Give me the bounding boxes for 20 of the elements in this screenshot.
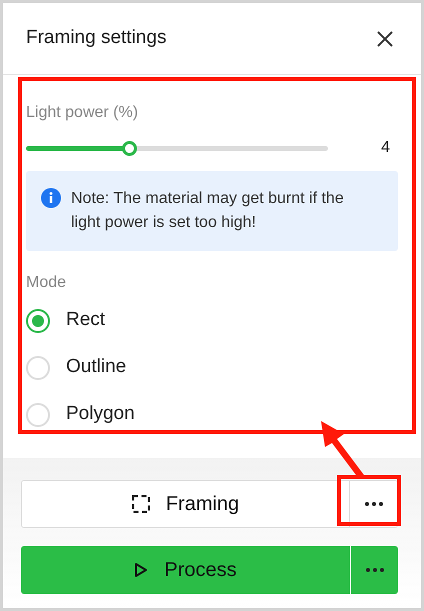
more-button[interactable] [350, 480, 398, 528]
info-icon [41, 188, 61, 208]
slider-thumb[interactable] [122, 140, 137, 156]
slider-value: 4 [381, 138, 390, 158]
note-text: Note: The material may get burnt if the light power is set too high! [71, 189, 345, 233]
play-icon [134, 562, 148, 578]
radio-button[interactable] [26, 308, 50, 332]
slider-track[interactable] [26, 140, 328, 156]
radio-label[interactable]: Rect [66, 306, 106, 335]
section-label: Mode [26, 273, 68, 293]
highlight-frame [337, 475, 401, 526]
radio-label[interactable]: Polygon [66, 400, 135, 429]
panel-title: Framing settings [26, 26, 166, 50]
close-icon[interactable] [377, 30, 393, 46]
field-label: Light power (%) [26, 103, 140, 123]
more-icon [366, 568, 384, 572]
more-icon [364, 502, 382, 506]
process-button[interactable]: Process [21, 546, 350, 594]
framing-button[interactable]: Framing [21, 480, 350, 528]
radio-label[interactable]: Outline [66, 353, 126, 382]
